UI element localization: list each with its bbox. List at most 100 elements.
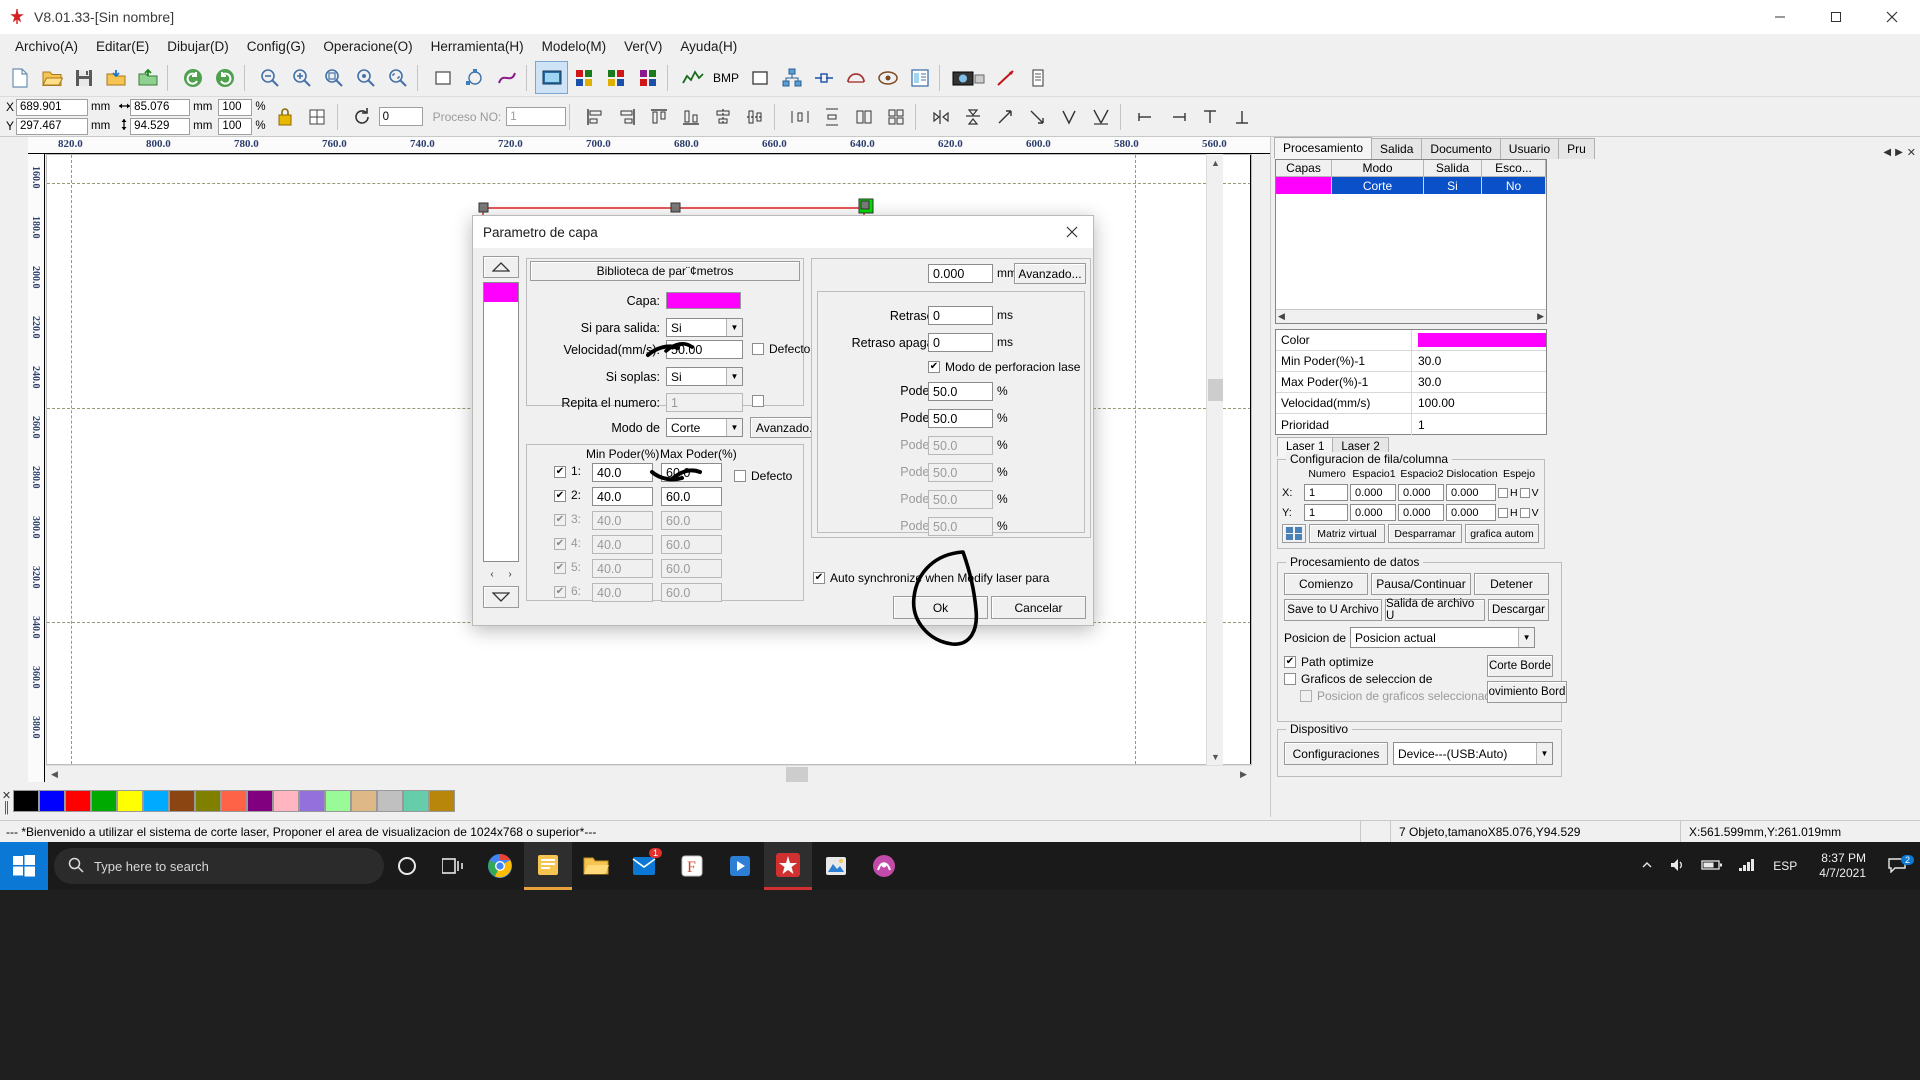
palette-swatch[interactable] xyxy=(39,790,65,812)
ok-button[interactable]: Ok xyxy=(893,596,988,619)
palette-swatch[interactable] xyxy=(429,790,455,812)
cancel-button[interactable]: Cancelar xyxy=(991,596,1086,619)
zoom-window-icon[interactable] xyxy=(382,62,413,93)
distribute-h-icon[interactable] xyxy=(784,101,815,132)
palette-swatch[interactable] xyxy=(13,790,39,812)
f-app-icon[interactable]: F xyxy=(668,842,716,890)
x-mirror-h-checkbox[interactable] xyxy=(1498,487,1508,498)
palette-swatch[interactable] xyxy=(117,790,143,812)
soplas-select[interactable]: Si ▼ xyxy=(666,367,743,386)
u-file-output-button[interactable]: Salida de archivo U xyxy=(1385,598,1485,622)
power-row-1-min[interactable]: 40.0 xyxy=(592,463,653,482)
zoom-fit-icon[interactable] xyxy=(318,62,349,93)
clock-time[interactable]: 8:37 PM xyxy=(1821,851,1866,866)
color-c-icon[interactable] xyxy=(632,62,663,93)
windows-start-icon[interactable] xyxy=(0,842,48,890)
menu-archivo[interactable]: Archivo(A) xyxy=(6,36,87,57)
y-numero-input[interactable]: 1 xyxy=(1304,504,1348,521)
power-row-2-min[interactable]: 40.0 xyxy=(592,487,653,506)
poder-1-input[interactable]: 50.0 xyxy=(928,382,993,401)
chevron-down-icon[interactable]: ▼ xyxy=(1518,628,1535,647)
triangle-up-icon[interactable] xyxy=(483,256,519,278)
palette-swatch[interactable] xyxy=(143,790,169,812)
chevron-right-icon[interactable]: ▶ xyxy=(1537,311,1544,322)
layer-table-scrollbar[interactable]: ◀ ▶ xyxy=(1276,309,1546,323)
virtual-matrix-button[interactable]: Matriz virtual xyxy=(1309,524,1385,543)
x-input[interactable]: 689.901 xyxy=(16,98,88,116)
x-numero-input[interactable]: 1 xyxy=(1304,484,1348,501)
unite-icon[interactable] xyxy=(1130,101,1161,132)
palette-swatch[interactable] xyxy=(65,790,91,812)
power-row-2-checkbox[interactable]: ✔ xyxy=(554,490,566,502)
descargar-button[interactable]: Descargar xyxy=(1488,599,1549,621)
notification-icon[interactable]: 2 xyxy=(1878,854,1916,876)
power-row-2-max[interactable]: 60.0 xyxy=(661,487,722,506)
color-a-icon[interactable] xyxy=(568,62,599,93)
list-icon[interactable] xyxy=(1022,62,1053,93)
task-view-icon[interactable] xyxy=(430,842,476,890)
tab-salida[interactable]: Salida xyxy=(1371,138,1423,159)
corte-borde-button[interactable]: Corte Borde xyxy=(1487,655,1553,677)
zoom-in-icon[interactable] xyxy=(286,62,317,93)
table-row[interactable]: Velocidad(mm/s) 100.00 xyxy=(1276,393,1546,414)
mirror-h-icon[interactable] xyxy=(925,101,956,132)
group-icon[interactable] xyxy=(1053,101,1084,132)
velocidad-defecto-checkbox[interactable] xyxy=(752,343,764,355)
camera-icon[interactable] xyxy=(949,62,989,93)
scale-y-input[interactable]: 100 xyxy=(218,117,253,135)
file-explorer-icon[interactable] xyxy=(572,842,620,890)
color-b-icon[interactable] xyxy=(600,62,631,93)
cortana-icon[interactable] xyxy=(384,842,430,890)
undo-icon[interactable] xyxy=(177,62,208,93)
chrome-icon[interactable] xyxy=(476,842,524,890)
chevron-up-icon[interactable] xyxy=(1633,859,1661,874)
rect-select-icon[interactable] xyxy=(427,62,458,93)
path-optimize-checkbox[interactable]: ✔ xyxy=(1284,656,1296,668)
distribute-v-icon[interactable] xyxy=(816,101,847,132)
battery-icon[interactable] xyxy=(1695,858,1729,875)
same-width-icon[interactable] xyxy=(848,101,879,132)
y-dislocation-input[interactable]: 0.000 xyxy=(1446,504,1496,521)
x-espacio1-input[interactable]: 0.000 xyxy=(1350,484,1396,501)
same-height-icon[interactable] xyxy=(880,101,911,132)
curve-edit-icon[interactable] xyxy=(491,62,522,93)
power-defecto-checkbox[interactable] xyxy=(734,470,746,482)
palette-swatch[interactable] xyxy=(91,790,117,812)
width-input[interactable]: 85.076 xyxy=(130,98,191,116)
horizontal-ruler[interactable]: 820.0 800.0 780.0 760.0 740.0 720.0 700.… xyxy=(28,137,1270,154)
scroll-up-arrow[interactable]: ▲ xyxy=(1207,154,1224,171)
page-setup-icon[interactable] xyxy=(904,62,935,93)
menu-editar[interactable]: Editar(E) xyxy=(87,36,158,57)
preview-icon[interactable] xyxy=(872,62,903,93)
scroll-thumb[interactable] xyxy=(786,767,808,782)
layer-list-table[interactable]: Capas Modo Salida Esco... Corte Si No ◀ … xyxy=(1275,159,1547,324)
repita-checkbox[interactable] xyxy=(752,395,764,407)
comienzo-button[interactable]: Comienzo xyxy=(1284,573,1368,595)
save-to-u-button[interactable]: Save to U Archivo xyxy=(1284,599,1382,621)
perforacion-row[interactable]: ✔ Modo de perforacion lase xyxy=(928,360,1080,374)
tab-documento[interactable]: Documento xyxy=(1421,138,1501,159)
auto-sync-row[interactable]: ✔ Auto synchronize when Modify laser par… xyxy=(813,571,1049,585)
height-input[interactable]: 94.529 xyxy=(130,117,191,135)
power-defecto-row[interactable]: Defecto xyxy=(734,469,792,483)
selection-graphics-row[interactable]: Graficos de seleccion de xyxy=(1284,672,1498,686)
palette-swatch[interactable] xyxy=(403,790,429,812)
new-file-icon[interactable] xyxy=(4,62,35,93)
process-input[interactable]: 1 xyxy=(506,107,567,126)
chevron-left-icon[interactable]: ◀ xyxy=(1883,147,1891,158)
menu-ver[interactable]: Ver(V) xyxy=(615,36,671,57)
rotate-cw-icon[interactable] xyxy=(989,101,1020,132)
close-icon[interactable]: ✕ xyxy=(1907,146,1916,159)
scroll-right-arrow[interactable]: ▶ xyxy=(1235,766,1252,783)
media-player-icon[interactable] xyxy=(716,842,764,890)
tab-procesamiento[interactable]: Procesamiento xyxy=(1274,137,1373,159)
array-icon[interactable] xyxy=(776,62,807,93)
network-icon[interactable] xyxy=(1731,858,1761,875)
path-optimize-row[interactable]: ✔ Path optimize xyxy=(1284,655,1498,669)
position-select[interactable]: Posicion actual ▼ xyxy=(1350,627,1536,648)
scroll-thumb[interactable] xyxy=(1208,379,1223,401)
rotate-ccw-icon[interactable] xyxy=(1021,101,1052,132)
x-dislocation-input[interactable]: 0.000 xyxy=(1446,484,1496,501)
close-button[interactable] xyxy=(1864,0,1920,34)
spread-button[interactable]: Desparramar xyxy=(1388,524,1462,543)
